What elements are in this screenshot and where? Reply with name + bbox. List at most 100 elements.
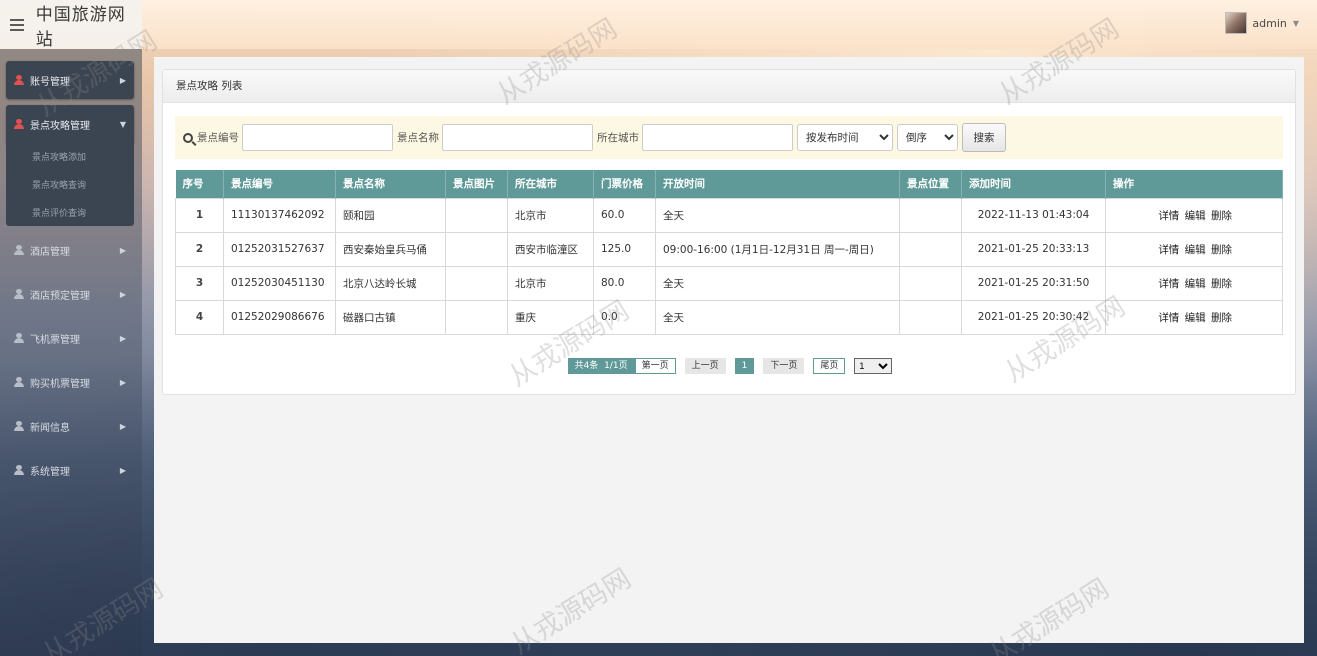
sidebar-item-attractions[interactable]: 景点攻略管理 ▼ (6, 105, 134, 143)
cell-price: 0.0 (593, 299, 656, 335)
avatar (1225, 12, 1248, 34)
cell-name: 北京八达岭长城 (335, 265, 446, 301)
panel-title: 景点攻略 列表 (163, 70, 1295, 103)
user-icon (14, 245, 24, 255)
code-input[interactable] (242, 124, 393, 151)
table-row: 3 01252030451130 北京八达岭长城 北京市 80.0 全天 202… (175, 265, 1283, 301)
cell-city: 北京市 (507, 265, 594, 301)
cell-added-time: 2021-01-25 20:33:13 (961, 231, 1106, 267)
detail-link[interactable]: 详情 (1158, 278, 1179, 290)
cell-image (445, 197, 508, 233)
sidebar-item-hotel[interactable]: 酒店管理 ▶ (6, 231, 134, 269)
chevron-right-icon: ▶ (119, 421, 126, 431)
sort-field-select[interactable]: 按发布时间 (797, 124, 893, 151)
col-index: 序号 (175, 170, 224, 198)
sidebar-item-system[interactable]: 系统管理 ▶ (6, 451, 134, 489)
prev-page-button[interactable]: 上一页 (684, 358, 726, 374)
sidebar-item-label: 景点攻略管理 (30, 120, 90, 132)
user-icon (14, 289, 24, 299)
cell-location (899, 265, 962, 301)
cell-open-time: 全天 (655, 265, 900, 301)
cell-index: 3 (175, 265, 224, 301)
cell-name: 西安秦始皇兵马俑 (335, 231, 446, 267)
cell-open-time: 09:00-16:00 (1月1日-12月31日 周一-周日) (655, 231, 900, 267)
cell-added-time: 2021-01-25 20:30:42 (961, 299, 1106, 335)
sidebar-item-account[interactable]: 账号管理 ▶ (6, 61, 134, 99)
detail-link[interactable]: 详情 (1158, 312, 1179, 324)
sort-order-select[interactable]: 倒序 (897, 124, 958, 151)
last-page-button[interactable]: 尾页 (813, 358, 846, 374)
pager-total: 共4条 1/1页 (567, 358, 635, 374)
cell-actions: 详情 编辑 删除 (1105, 265, 1283, 301)
first-page-button[interactable]: 第一页 (634, 358, 676, 374)
cell-open-time: 全天 (655, 197, 900, 233)
col-added-time: 添加时间 (961, 170, 1106, 198)
sidebar-item-hotel-booking[interactable]: 酒店预定管理 ▶ (6, 275, 134, 313)
cell-code: 11130137462092 (223, 197, 336, 233)
user-icon (14, 75, 24, 85)
delete-link[interactable]: 删除 (1211, 278, 1232, 290)
edit-link[interactable]: 编辑 (1185, 244, 1206, 256)
user-icon (14, 377, 24, 387)
chevron-right-icon: ▶ (119, 465, 126, 475)
next-page-button[interactable]: 下一页 (763, 358, 805, 374)
col-open-time: 开放时间 (655, 170, 900, 198)
edit-link[interactable]: 编辑 (1185, 210, 1206, 222)
edit-link[interactable]: 编辑 (1185, 312, 1206, 324)
cell-added-time: 2021-01-25 20:31:50 (961, 265, 1106, 301)
submenu-query-review[interactable]: 景点评价查询 (32, 206, 86, 219)
city-label: 所在城市 (597, 132, 639, 144)
delete-link[interactable]: 删除 (1211, 244, 1232, 256)
table-row: 4 01252029086676 磁器口古镇 重庆 0.0 全天 2021-01… (175, 299, 1283, 335)
brand-area: 中国旅游网站 (0, 0, 142, 50)
cell-index: 2 (175, 231, 224, 267)
cell-price: 125.0 (593, 231, 656, 267)
cell-actions: 详情 编辑 删除 (1105, 197, 1283, 233)
cell-image (445, 299, 508, 335)
cell-city: 重庆 (507, 299, 594, 335)
table-row: 1 11130137462092 颐和园 北京市 60.0 全天 2022-11… (175, 197, 1283, 233)
current-page-button[interactable]: 1 (734, 358, 755, 374)
user-icon (14, 421, 24, 431)
col-price: 门票价格 (593, 170, 656, 198)
cell-actions: 详情 编辑 删除 (1105, 231, 1283, 267)
cell-index: 1 (175, 197, 224, 233)
attractions-table: 序号 景点编号 景点名称 景点图片 所在城市 门票价格 开放时间 景点位置 添加… (175, 170, 1283, 335)
caret-down-icon: ▼ (1292, 18, 1299, 28)
search-button[interactable]: 搜索 (962, 123, 1006, 152)
table-header-row: 序号 景点编号 景点名称 景点图片 所在城市 门票价格 开放时间 景点位置 添加… (175, 170, 1283, 198)
name-input[interactable] (442, 124, 593, 151)
user-icon (14, 333, 24, 343)
detail-link[interactable]: 详情 (1158, 244, 1179, 256)
hamburger-menu-icon[interactable] (10, 16, 24, 34)
sidebar-item-label: 新闻信息 (30, 422, 70, 434)
sidebar-item-ticket-purchase[interactable]: 购买机票管理 ▶ (6, 363, 134, 401)
submenu-query-attraction[interactable]: 景点攻略查询 (32, 178, 86, 191)
cell-code: 01252030451130 (223, 265, 336, 301)
chevron-right-icon: ▶ (119, 245, 126, 255)
delete-link[interactable]: 删除 (1211, 312, 1232, 324)
sidebar-item-flight[interactable]: 飞机票管理 ▶ (6, 319, 134, 357)
user-menu[interactable]: admin ▼ (1225, 12, 1299, 34)
pagination: 共4条 1/1页 第一页 上一页 1 下一页 尾页 1 (163, 358, 1297, 374)
submenu-add-attraction[interactable]: 景点攻略添加 (32, 150, 86, 163)
col-code: 景点编号 (223, 170, 336, 198)
name-label: 景点名称 (397, 132, 439, 144)
sidebar-item-label: 系统管理 (30, 466, 70, 478)
page-select[interactable]: 1 (854, 358, 893, 374)
cell-actions: 详情 编辑 删除 (1105, 299, 1283, 335)
top-header: 中国旅游网站 admin ▼ (0, 0, 1317, 50)
pager-page-count: 1/1页 (604, 361, 628, 371)
col-location: 景点位置 (899, 170, 962, 198)
sidebar-item-label: 酒店预定管理 (30, 290, 90, 302)
sidebar-item-news[interactable]: 新闻信息 ▶ (6, 407, 134, 445)
chevron-right-icon: ▶ (119, 377, 126, 387)
delete-link[interactable]: 删除 (1211, 210, 1232, 222)
city-input[interactable] (642, 124, 793, 151)
detail-link[interactable]: 详情 (1158, 210, 1179, 222)
cell-name: 颐和园 (335, 197, 446, 233)
attractions-submenu: 景点攻略添加 景点攻略查询 景点评价查询 (6, 141, 134, 226)
edit-link[interactable]: 编辑 (1185, 278, 1206, 290)
cell-city: 北京市 (507, 197, 594, 233)
cell-location (899, 299, 962, 335)
